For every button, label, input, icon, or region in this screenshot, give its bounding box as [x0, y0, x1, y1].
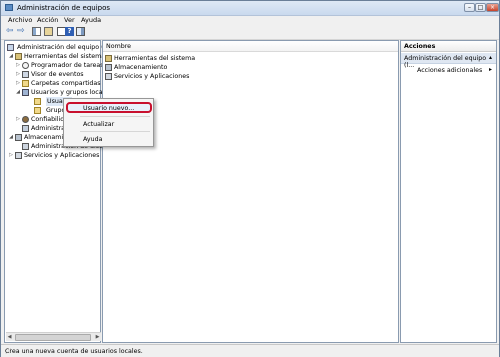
tree-task-scheduler-label: Programador de tareas: [31, 62, 104, 69]
expand-arrow-icon[interactable]: ▷: [15, 80, 21, 86]
actions-section-computer-management[interactable]: Administración del equipo (l... ▴: [401, 53, 496, 69]
menu-archivo[interactable]: Archivo: [8, 16, 32, 24]
window-title: Administración de equipos: [17, 4, 111, 12]
maximize-button[interactable]: □: [475, 3, 486, 12]
menu-accion[interactable]: Acción: [37, 16, 58, 24]
resize-grip-icon[interactable]: ⋰: [5, 348, 11, 355]
collapse-section-icon[interactable]: ▴: [489, 54, 492, 61]
console-tree[interactable]: Administración del equipo (loc ◢ Herrami…: [4, 40, 113, 343]
tree-event-viewer-label: Visor de eventos: [31, 71, 84, 78]
more-actions-item[interactable]: Acciones adicionales ▸: [401, 65, 496, 75]
folder-icon: [34, 98, 41, 105]
name-column-header[interactable]: Nombre: [103, 41, 398, 52]
context-menu: Usuario nuevo... Actualizar Ayuda: [63, 98, 154, 147]
scroll-thumb[interactable]: [15, 334, 91, 341]
submenu-arrow-icon: ▸: [488, 66, 492, 73]
collapse-arrow-icon[interactable]: ◢: [8, 53, 14, 59]
show-action-pane-icon[interactable]: [76, 27, 85, 36]
storage-icon: [15, 134, 22, 141]
show-tree-icon[interactable]: [32, 27, 41, 36]
tools-icon: [15, 53, 22, 60]
window: Administración de equipos – □ × Archivo …: [0, 0, 500, 357]
minimize-button[interactable]: –: [464, 3, 475, 12]
menu-separator: [80, 116, 150, 117]
computer-icon: [7, 44, 14, 51]
status-text: Crea una nueva cuenta de usuarios locale…: [5, 347, 143, 355]
list-item-label: Almacenamiento: [114, 64, 168, 71]
actions-pane: Acciones Administración del equipo (l...…: [400, 40, 497, 343]
menu-bar: Archivo Acción Ver Ayuda: [1, 15, 499, 25]
tree-reliability-label: Confiabilid: [31, 116, 65, 123]
refresh-label: Actualizar: [83, 120, 115, 128]
properties-icon[interactable]: [44, 27, 53, 36]
menu-item-new-user[interactable]: Usuario nuevo...: [64, 102, 153, 114]
services-icon: [15, 152, 22, 159]
results-pane[interactable]: Nombre Herramientas del sistema Almacena…: [102, 40, 399, 343]
tree-root-label: Administración del equipo (loc: [17, 44, 113, 51]
back-arrow-icon[interactable]: ⇦: [6, 27, 15, 36]
toolbar: ⇦ ⇨ ?: [1, 25, 499, 40]
expand-arrow-icon[interactable]: ▷: [15, 116, 21, 122]
scroll-left-icon[interactable]: ◀: [6, 333, 13, 341]
help-label: Ayuda: [83, 135, 103, 143]
computer-management-icon: [5, 4, 13, 11]
more-actions-label: Acciones adicionales: [417, 66, 483, 74]
event-viewer-icon: [22, 71, 29, 78]
shared-folder-icon: [22, 80, 29, 87]
collapse-arrow-icon[interactable]: ◢: [8, 134, 14, 140]
tree-local-users-label: Usuarios y grupos locale: [31, 89, 109, 96]
clock-icon: [22, 62, 29, 69]
disk-icon: [22, 143, 29, 150]
status-bar: Crea una nueva cuenta de usuarios locale…: [1, 344, 499, 357]
expand-arrow-icon[interactable]: ▷: [15, 71, 21, 77]
scroll-right-icon[interactable]: ▶: [94, 333, 101, 341]
list-item-label: Herramientas del sistema: [114, 55, 196, 62]
actions-title: Acciones: [404, 42, 436, 50]
folder-icon: [34, 107, 41, 114]
expand-arrow-icon[interactable]: ▷: [15, 62, 21, 68]
tree-horizontal-scrollbar[interactable]: ◀ ▶: [6, 332, 101, 341]
tools-icon: [105, 55, 112, 62]
name-column-label: Nombre: [106, 42, 132, 50]
menu-separator: [80, 131, 150, 132]
storage-icon: [105, 64, 112, 71]
tree-root[interactable]: Administración del equipo (loc: [7, 43, 113, 52]
help-icon[interactable]: ?: [65, 27, 74, 36]
close-button[interactable]: ×: [486, 3, 499, 12]
actions-header: Acciones: [401, 41, 496, 52]
services-icon: [105, 73, 112, 80]
menu-item-refresh[interactable]: Actualizar: [64, 118, 153, 130]
tree-services-label: Servicios y Aplicaciones: [24, 152, 100, 159]
collapse-arrow-icon[interactable]: ◢: [15, 89, 21, 95]
list-item-label: Servicios y Aplicaciones: [114, 73, 190, 80]
forward-arrow-icon[interactable]: ⇨: [17, 27, 26, 36]
tree-device-manager-label: Administra: [31, 125, 66, 132]
title-bar: Administración de equipos – □ ×: [1, 1, 499, 16]
users-group-icon: [22, 89, 29, 96]
tree-shared-folders-label: Carpetas compartidas: [31, 80, 101, 87]
menu-ayuda[interactable]: Ayuda: [81, 16, 101, 24]
expand-arrow-icon[interactable]: ▷: [8, 152, 14, 158]
reliability-icon: [22, 116, 29, 123]
menu-item-help[interactable]: Ayuda: [64, 133, 153, 145]
menu-ver[interactable]: Ver: [64, 16, 75, 24]
tree-system-tools-label: Herramientas del sistema: [24, 53, 106, 60]
new-user-label: Usuario nuevo...: [83, 104, 135, 112]
device-manager-icon: [22, 125, 29, 132]
